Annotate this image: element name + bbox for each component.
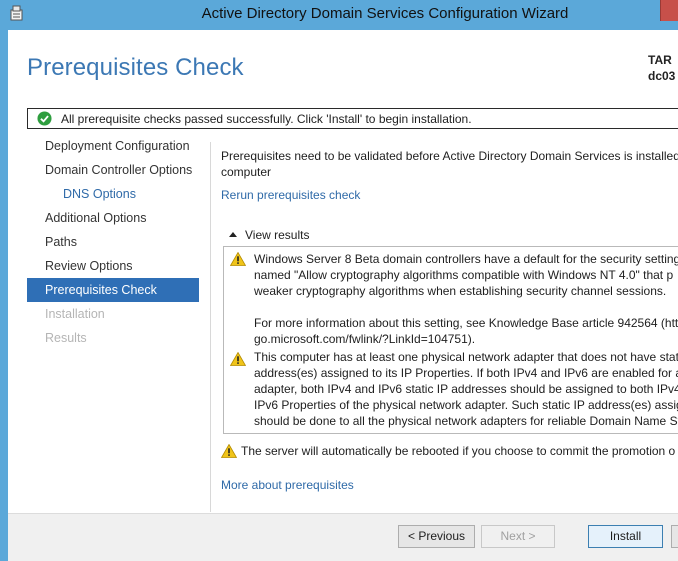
wizard-window: Prerequisites Check TAR dc03 All prerequ… bbox=[8, 30, 678, 561]
cancel-button[interactable] bbox=[671, 525, 678, 548]
result-line: should be done to all the physical netwo… bbox=[254, 414, 678, 428]
nav-item-dns-options[interactable]: DNS Options bbox=[27, 182, 199, 206]
main-pane: Prerequisites need to be validated befor… bbox=[210, 142, 678, 512]
result-line: go.microsoft.com/fwlink/?LinkId=104751). bbox=[254, 332, 476, 346]
view-results-toggle[interactable]: View results bbox=[229, 228, 309, 242]
nav-item-additional-options[interactable]: Additional Options bbox=[27, 206, 199, 230]
next-button: Next > bbox=[481, 525, 555, 548]
result-text: Windows Server 8 Beta domain controllers… bbox=[254, 251, 678, 347]
title-bar: Active Directory Domain Services Configu… bbox=[0, 0, 678, 30]
result-line: For more information about this setting,… bbox=[254, 316, 678, 330]
nav-item-prerequisites-check[interactable]: Prerequisites Check bbox=[27, 278, 199, 302]
result-line bbox=[254, 299, 678, 315]
intro-line: computer bbox=[221, 165, 272, 179]
result-line: adapter, both IPv4 and IPv6 static IP ad… bbox=[254, 382, 678, 396]
page-title: Prerequisites Check bbox=[27, 54, 244, 81]
status-banner: All prerequisite checks passed successfu… bbox=[27, 108, 678, 129]
target-server: TAR dc03 bbox=[648, 52, 675, 84]
reboot-warning-text: The server will automatically be reboote… bbox=[241, 444, 676, 458]
result-text: This computer has at least one physical … bbox=[254, 349, 678, 429]
more-about-prerequisites-link[interactable]: More about prerequisites bbox=[221, 478, 354, 492]
target-server-label: TAR bbox=[648, 53, 672, 67]
nav-item-paths[interactable]: Paths bbox=[27, 230, 199, 254]
warning-triangle-icon bbox=[230, 352, 246, 366]
check-circle-icon bbox=[37, 111, 52, 126]
wizard-nav: Deployment Configuration Domain Controll… bbox=[27, 134, 199, 350]
result-line: Windows Server 8 Beta domain controllers… bbox=[254, 252, 678, 266]
result-line: This computer has at least one physical … bbox=[254, 350, 678, 364]
view-results-label: View results bbox=[245, 228, 310, 242]
chevron-up-icon bbox=[229, 232, 237, 237]
rerun-prerequisites-link[interactable]: Rerun prerequisites check bbox=[221, 188, 360, 202]
nav-item-deployment-configuration[interactable]: Deployment Configuration bbox=[27, 134, 199, 158]
nav-item-results: Results bbox=[45, 331, 87, 345]
results-list[interactable]: Windows Server 8 Beta domain controllers… bbox=[223, 246, 678, 434]
nav-item-review-options[interactable]: Review Options bbox=[27, 254, 199, 278]
install-button[interactable]: Install bbox=[588, 525, 663, 548]
result-line: IPv6 Properties of the physical network … bbox=[254, 398, 678, 412]
button-bar: < Previous Next > Install bbox=[8, 513, 678, 561]
intro-line: Prerequisites need to be validated befor… bbox=[221, 149, 678, 163]
result-line: named "Allow cryptography algorithms com… bbox=[254, 268, 674, 282]
target-server-name: dc03 bbox=[648, 69, 676, 83]
intro-text: Prerequisites need to be validated befor… bbox=[221, 148, 678, 180]
warning-triangle-icon bbox=[230, 252, 246, 266]
warning-triangle-icon bbox=[221, 444, 237, 458]
close-button[interactable] bbox=[660, 0, 678, 21]
status-message: All prerequisite checks passed successfu… bbox=[61, 112, 472, 126]
nav-item-domain-controller-options[interactable]: Domain Controller Options bbox=[27, 158, 199, 182]
nav-item-installation: Installation bbox=[45, 307, 105, 321]
window-title: Active Directory Domain Services Configu… bbox=[201, 5, 569, 22]
previous-button[interactable]: < Previous bbox=[398, 525, 475, 548]
result-line: weaker cryptography algorithms when esta… bbox=[254, 284, 667, 298]
result-line: address(es) assigned to its IP Propertie… bbox=[254, 366, 678, 380]
